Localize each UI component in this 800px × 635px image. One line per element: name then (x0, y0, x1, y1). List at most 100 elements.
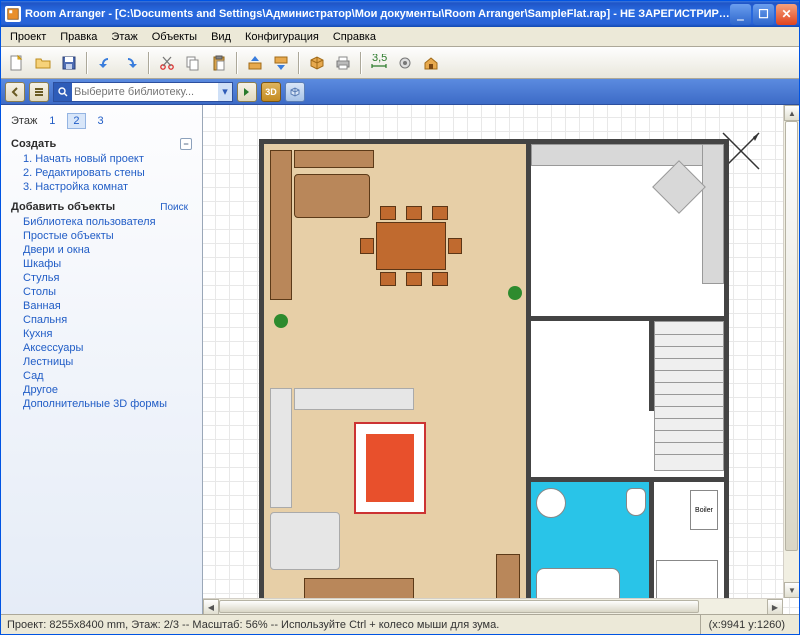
chair[interactable] (432, 206, 448, 220)
stairs[interactable] (654, 321, 724, 471)
scroll-thumb[interactable] (219, 600, 699, 613)
cat-wardrobes[interactable]: Шкафы (23, 257, 192, 271)
minimize-button[interactable]: ‗ (730, 4, 751, 25)
plant[interactable] (508, 286, 522, 300)
chair[interactable] (432, 272, 448, 286)
chair[interactable] (406, 206, 422, 220)
wall[interactable] (526, 144, 531, 614)
cat-garden[interactable]: Сад (23, 369, 192, 383)
save-button[interactable] (57, 51, 81, 75)
create-edit-walls[interactable]: 2. Редактировать стены (23, 166, 192, 180)
menu-floor[interactable]: Этаж (104, 29, 144, 45)
scroll-left-button[interactable]: ◀ (203, 599, 219, 614)
close-button[interactable]: ✕ (776, 4, 797, 25)
cut-button[interactable] (155, 51, 179, 75)
search-link[interactable]: Поиск (160, 202, 192, 213)
library-go-button[interactable] (237, 82, 257, 102)
house-button[interactable] (419, 51, 443, 75)
armchair[interactable] (270, 512, 340, 570)
redo-button[interactable] (119, 51, 143, 75)
titlebar: Room Arranger - [C:\Documents and Settin… (1, 1, 799, 27)
copy-button[interactable] (181, 51, 205, 75)
boiler[interactable]: Boiler (690, 490, 718, 530)
kitchen-counter[interactable] (531, 144, 724, 166)
create-list: 1. Начать новый проект 2. Редактировать … (1, 152, 202, 198)
library-input[interactable] (72, 86, 218, 98)
sofa[interactable] (294, 388, 414, 410)
floor-2[interactable]: 2 (67, 113, 85, 129)
measure-button[interactable]: 3,5m (367, 51, 391, 75)
cat-stairs[interactable]: Лестницы (23, 355, 192, 369)
scrollbar-horizontal[interactable]: ◀ ▶ (203, 598, 783, 614)
armchair[interactable] (294, 174, 370, 218)
scroll-thumb[interactable] (785, 121, 798, 551)
view-cube-button[interactable] (285, 82, 305, 102)
wall[interactable] (649, 482, 654, 614)
menu-help[interactable]: Справка (326, 29, 383, 45)
chair[interactable] (448, 238, 462, 254)
create-new-project[interactable]: 1. Начать новый проект (23, 152, 192, 166)
paste-button[interactable] (207, 51, 231, 75)
sink[interactable] (536, 488, 566, 518)
menu-objects[interactable]: Объекты (145, 29, 204, 45)
chair[interactable] (360, 238, 374, 254)
cat-bedroom[interactable]: Спальня (23, 313, 192, 327)
status-coords: (x:9941 y:1260) (700, 615, 793, 634)
canvas[interactable]: Boiler ▲ ▼ ◀ ▶ (203, 105, 799, 614)
cat-chairs[interactable]: Стулья (23, 271, 192, 285)
floor-down-button[interactable] (269, 51, 293, 75)
wall[interactable] (531, 477, 724, 482)
floor-1[interactable]: 1 (43, 113, 61, 129)
menu-config[interactable]: Конфигурация (238, 29, 326, 45)
cat-accessories[interactable]: Аксессуары (23, 341, 192, 355)
floor-plan[interactable]: Boiler (259, 139, 729, 614)
library-bar: ▾ 3D (1, 79, 799, 105)
floor-3[interactable]: 3 (92, 113, 110, 129)
scroll-up-button[interactable]: ▲ (784, 105, 799, 121)
library-prev-button[interactable] (5, 82, 25, 102)
collapse-icon[interactable]: − (180, 138, 192, 150)
rug[interactable] (354, 422, 426, 514)
cat-simple[interactable]: Простые объекты (23, 229, 192, 243)
dining-table[interactable] (376, 222, 446, 270)
scrollbar-vertical[interactable]: ▲ ▼ (783, 105, 799, 598)
cat-other[interactable]: Другое (23, 383, 192, 397)
dropdown-icon[interactable]: ▾ (218, 83, 232, 101)
maximize-button[interactable]: ☐ (753, 4, 774, 25)
print-button[interactable] (331, 51, 355, 75)
shelf[interactable] (294, 150, 374, 168)
chair[interactable] (380, 206, 396, 220)
toilet[interactable] (626, 488, 646, 516)
cat-extra-3d[interactable]: Дополнительные 3D формы (23, 397, 192, 411)
floor-up-button[interactable] (243, 51, 267, 75)
create-heading: Создать − (1, 135, 202, 152)
cat-tables[interactable]: Столы (23, 285, 192, 299)
library-list-button[interactable] (29, 82, 49, 102)
library-combo[interactable]: ▾ (53, 82, 233, 102)
3d-toggle-button[interactable]: 3D (261, 82, 281, 102)
cat-user-library[interactable]: Библиотека пользователя (23, 215, 192, 229)
3d-view-button[interactable] (305, 51, 329, 75)
cat-bathroom[interactable]: Ванная (23, 299, 192, 313)
undo-button[interactable] (93, 51, 117, 75)
menu-edit[interactable]: Правка (53, 29, 104, 45)
kitchen-counter[interactable] (702, 144, 724, 284)
bookshelf[interactable] (270, 150, 292, 300)
sofa[interactable] (270, 388, 292, 508)
cat-doors-windows[interactable]: Двери и окна (23, 243, 192, 257)
scroll-down-button[interactable]: ▼ (784, 582, 799, 598)
new-button[interactable] (5, 51, 29, 75)
settings-button[interactable] (393, 51, 417, 75)
create-room-settings[interactable]: 3. Настройка комнат (23, 180, 192, 194)
plant[interactable] (274, 314, 288, 328)
cat-kitchen[interactable]: Кухня (23, 327, 192, 341)
chair[interactable] (380, 272, 396, 286)
menu-project[interactable]: Проект (3, 29, 53, 45)
sidebar: Этаж 1 2 3 Создать − 1. Начать новый про… (1, 105, 203, 614)
toolbar-separator (148, 52, 150, 74)
open-button[interactable] (31, 51, 55, 75)
chair[interactable] (406, 272, 422, 286)
room-kitchen[interactable] (531, 144, 724, 316)
menu-view[interactable]: Вид (204, 29, 238, 45)
scroll-right-button[interactable]: ▶ (767, 599, 783, 614)
